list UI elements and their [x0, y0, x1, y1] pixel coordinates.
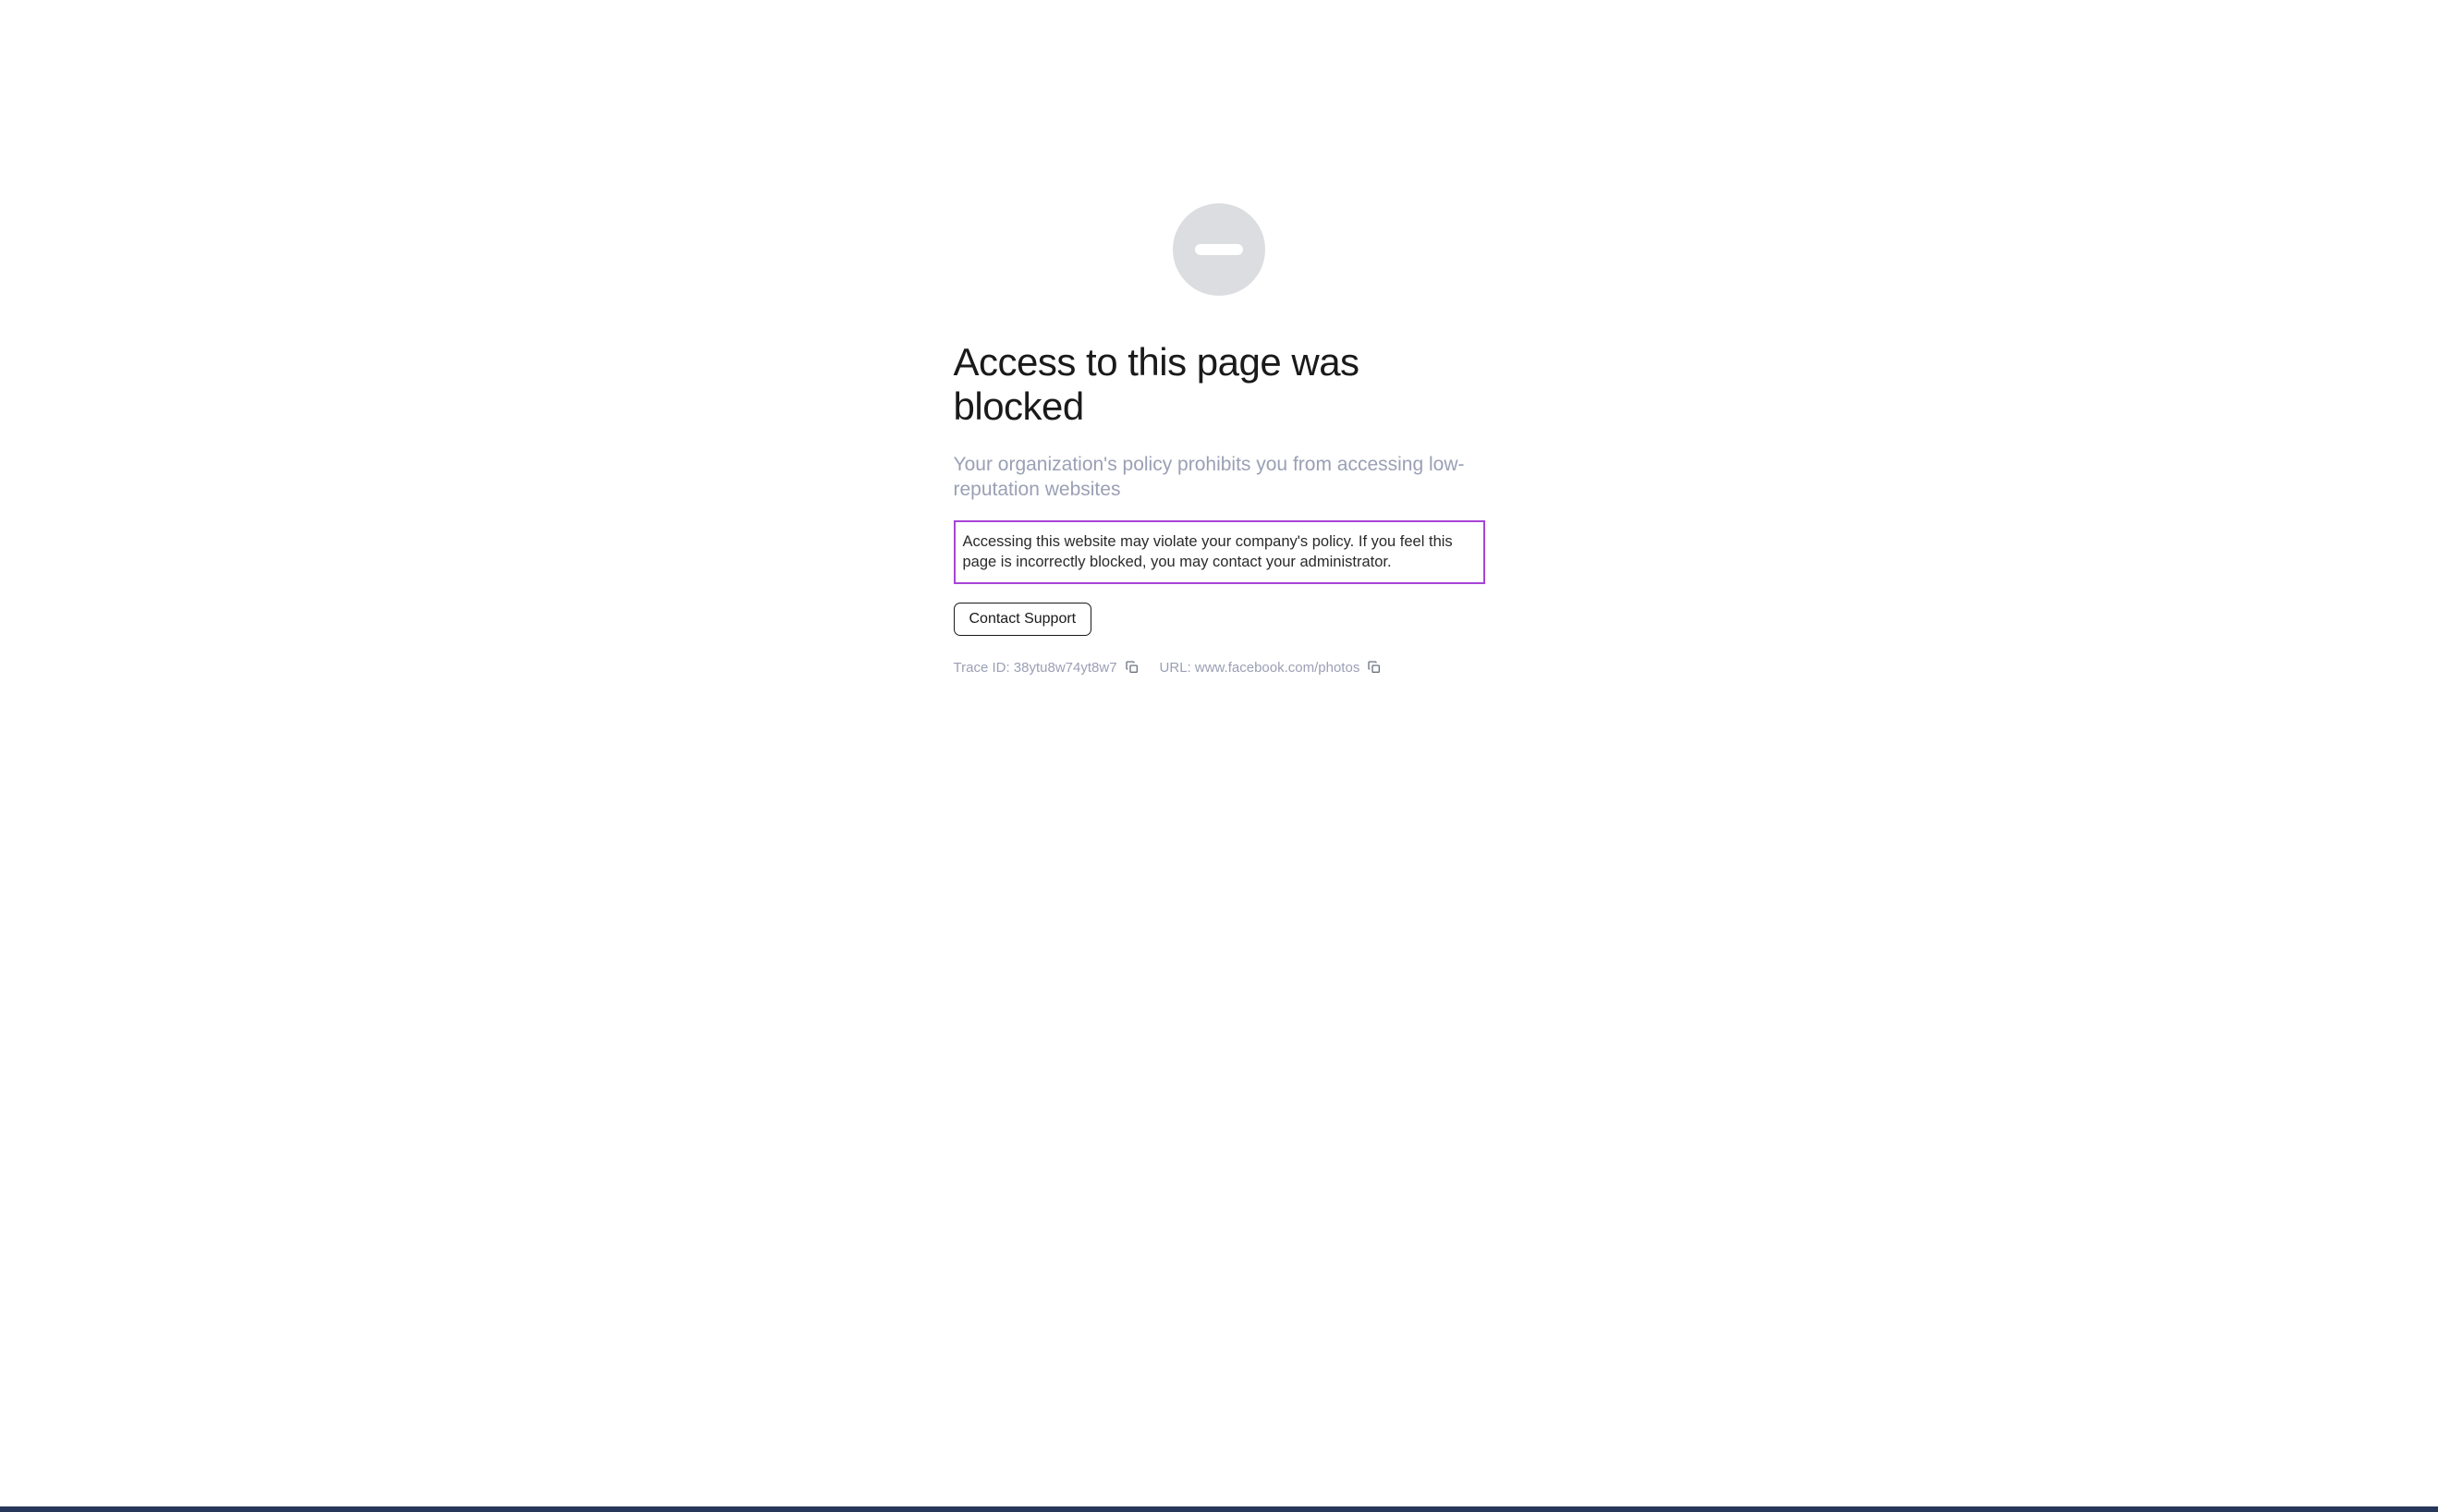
page-title: Access to this page was blocked — [954, 340, 1485, 430]
trace-id-item: Trace ID: 38ytu8w74yt8w7 — [954, 660, 1140, 676]
copy-trace-id-button[interactable] — [1125, 660, 1140, 675]
blocked-page-container: Access to this page was blocked Your org… — [0, 0, 2438, 1506]
minus-icon — [1195, 244, 1243, 255]
meta-row: Trace ID: 38ytu8w74yt8w7 URL: www.facebo… — [954, 660, 1485, 676]
bottom-bar — [0, 1506, 2438, 1512]
blocked-icon — [1173, 203, 1265, 296]
url-value: www.facebook.com/photos — [1195, 660, 1359, 676]
description-text: Accessing this website may violate your … — [963, 531, 1476, 573]
trace-id-value: 38ytu8w74yt8w7 — [1014, 660, 1117, 676]
trace-id-text: Trace ID: 38ytu8w74yt8w7 — [954, 660, 1117, 676]
description-highlight-box: Accessing this website may violate your … — [954, 520, 1485, 584]
block-icon-wrapper — [954, 203, 1485, 296]
trace-id-label: Trace ID: — [954, 660, 1014, 676]
copy-icon — [1367, 660, 1382, 675]
copy-url-button[interactable] — [1367, 660, 1382, 675]
url-text: URL: www.facebook.com/photos — [1160, 660, 1360, 676]
url-item: URL: www.facebook.com/photos — [1160, 660, 1383, 676]
copy-icon — [1125, 660, 1140, 675]
content-wrapper: Access to this page was blocked Your org… — [954, 203, 1485, 676]
url-label: URL: — [1160, 660, 1195, 676]
contact-support-button[interactable]: Contact Support — [954, 603, 1092, 636]
page-subheading: Your organization's policy prohibits you… — [954, 452, 1485, 503]
